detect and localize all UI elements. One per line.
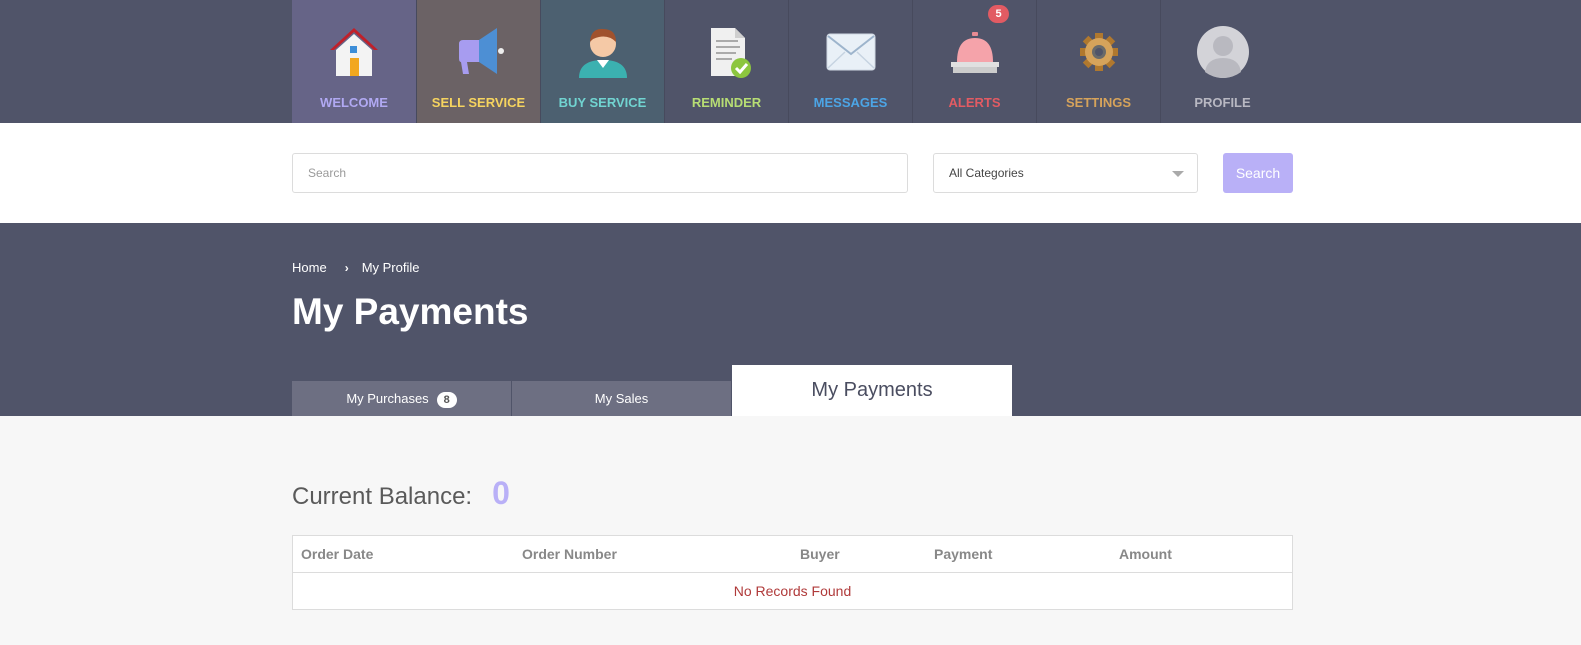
person-icon: [578, 28, 627, 78]
house-icon: [330, 28, 378, 76]
search-bar: All Categories Search: [0, 123, 1581, 223]
nav-sell-service[interactable]: SELL SERVICE: [416, 0, 540, 123]
payments-table: Order Date Order Number Buyer Payment Am…: [292, 535, 1293, 610]
search-button[interactable]: Search: [1223, 153, 1293, 193]
nav-settings[interactable]: SETTINGS: [1036, 0, 1160, 123]
current-balance: Current Balance: 0: [292, 475, 510, 512]
table-empty-message: No Records Found: [733, 583, 852, 599]
nav-messages-label: MESSAGES: [813, 95, 888, 110]
current-balance-value: 0: [492, 475, 510, 511]
table-header: Order Date Order Number Buyer Payment Am…: [293, 536, 1292, 573]
category-select-value: All Categories: [949, 166, 1024, 180]
nav-messages[interactable]: MESSAGES: [788, 0, 912, 123]
current-balance-label: Current Balance:: [292, 483, 473, 510]
nav-profile[interactable]: PROFILE: [1160, 0, 1284, 123]
page-header: Home › My Profile My Payments My Purchas…: [0, 223, 1581, 416]
nav-alerts-label: ALERTS: [948, 95, 1001, 110]
nav-profile-label: PROFILE: [1194, 95, 1251, 110]
column-header-order-number: Order Number: [522, 546, 617, 562]
nav-reminder[interactable]: REMINDER: [664, 0, 788, 123]
nav-buy-service-label: BUY SERVICE: [558, 95, 647, 110]
tab-my-sales-label: My Sales: [594, 391, 649, 406]
tab-my-payments-label: My Payments: [811, 379, 933, 401]
page-title: My Payments: [292, 291, 529, 332]
tabs: My Purchases 8 My Sales My Payments: [292, 365, 1013, 416]
category-select[interactable]: All Categories: [933, 153, 1198, 193]
column-header-buyer: Buyer: [800, 546, 840, 562]
nav-reminder-label: REMINDER: [691, 95, 762, 110]
column-header-amount: Amount: [1119, 546, 1172, 562]
avatar-icon: [1196, 26, 1249, 78]
search-input[interactable]: [292, 153, 908, 193]
nav-welcome-label: WELCOME: [320, 95, 388, 110]
chevron-down-icon: [1172, 171, 1184, 177]
nav-settings-label: SETTINGS: [1065, 95, 1131, 110]
tab-my-payments[interactable]: My Payments: [732, 365, 1012, 416]
tab-my-purchases[interactable]: My Purchases 8: [292, 381, 511, 416]
document-check-icon: [710, 28, 751, 78]
alerts-count-badge: 5: [988, 5, 1009, 23]
nav-buy-service[interactable]: BUY SERVICE: [540, 0, 664, 123]
nav-welcome[interactable]: WELCOME: [292, 0, 416, 123]
tab-my-purchases-label: My Purchases: [346, 391, 429, 406]
top-navigation-bar: WELCOME SELL SERVICE BUY SERVICE REMINDE…: [0, 0, 1581, 123]
breadcrumb-home[interactable]: Home: [292, 260, 327, 275]
tab-my-sales[interactable]: My Sales: [512, 381, 731, 416]
breadcrumb-current[interactable]: My Profile: [362, 260, 420, 275]
gear-icon: [1079, 33, 1118, 71]
breadcrumb: Home › My Profile: [292, 260, 419, 275]
main-nav: WELCOME SELL SERVICE BUY SERVICE REMINDE…: [292, 0, 1284, 123]
service-bell-icon: [950, 32, 999, 73]
column-header-order-date: Order Date: [301, 546, 374, 562]
chevron-right-icon: ›: [344, 260, 349, 275]
purchases-count-badge: 8: [436, 391, 457, 408]
column-header-payment: Payment: [934, 546, 993, 562]
envelope-icon: [826, 33, 875, 71]
nav-sell-service-label: SELL SERVICE: [431, 95, 526, 110]
megaphone-icon: [458, 28, 504, 74]
nav-alerts[interactable]: 5 ALERTS: [912, 0, 1036, 123]
